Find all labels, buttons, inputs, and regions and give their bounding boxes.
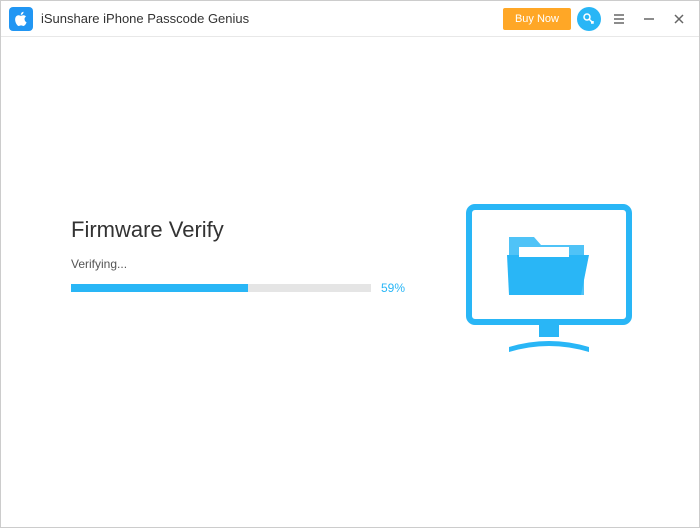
progress-fill <box>71 284 248 292</box>
buy-now-button[interactable]: Buy Now <box>503 8 571 30</box>
close-button[interactable] <box>667 7 691 31</box>
progress-section: Firmware Verify Verifying... 59% <box>71 217 411 295</box>
key-icon <box>582 12 596 26</box>
minimize-icon <box>642 12 656 26</box>
titlebar: iSunshare iPhone Passcode Genius Buy Now <box>1 1 699 37</box>
progress-percent: 59% <box>381 281 405 295</box>
computer-folder-icon <box>459 187 639 367</box>
page-heading: Firmware Verify <box>71 217 411 243</box>
content-area: Firmware Verify Verifying... 59% <box>1 37 699 527</box>
close-icon <box>673 13 685 25</box>
app-title: iSunshare iPhone Passcode Genius <box>41 11 503 26</box>
illustration <box>459 187 639 367</box>
progress-bar <box>71 284 371 292</box>
app-logo <box>9 7 33 31</box>
menu-button[interactable] <box>607 7 631 31</box>
progress-row: 59% <box>71 281 411 295</box>
hamburger-icon <box>612 12 626 26</box>
minimize-button[interactable] <box>637 7 661 31</box>
apple-icon <box>13 11 29 27</box>
status-text: Verifying... <box>71 257 411 271</box>
app-window: iSunshare iPhone Passcode Genius Buy Now <box>0 0 700 528</box>
help-button[interactable] <box>577 7 601 31</box>
titlebar-controls: Buy Now <box>503 7 691 31</box>
